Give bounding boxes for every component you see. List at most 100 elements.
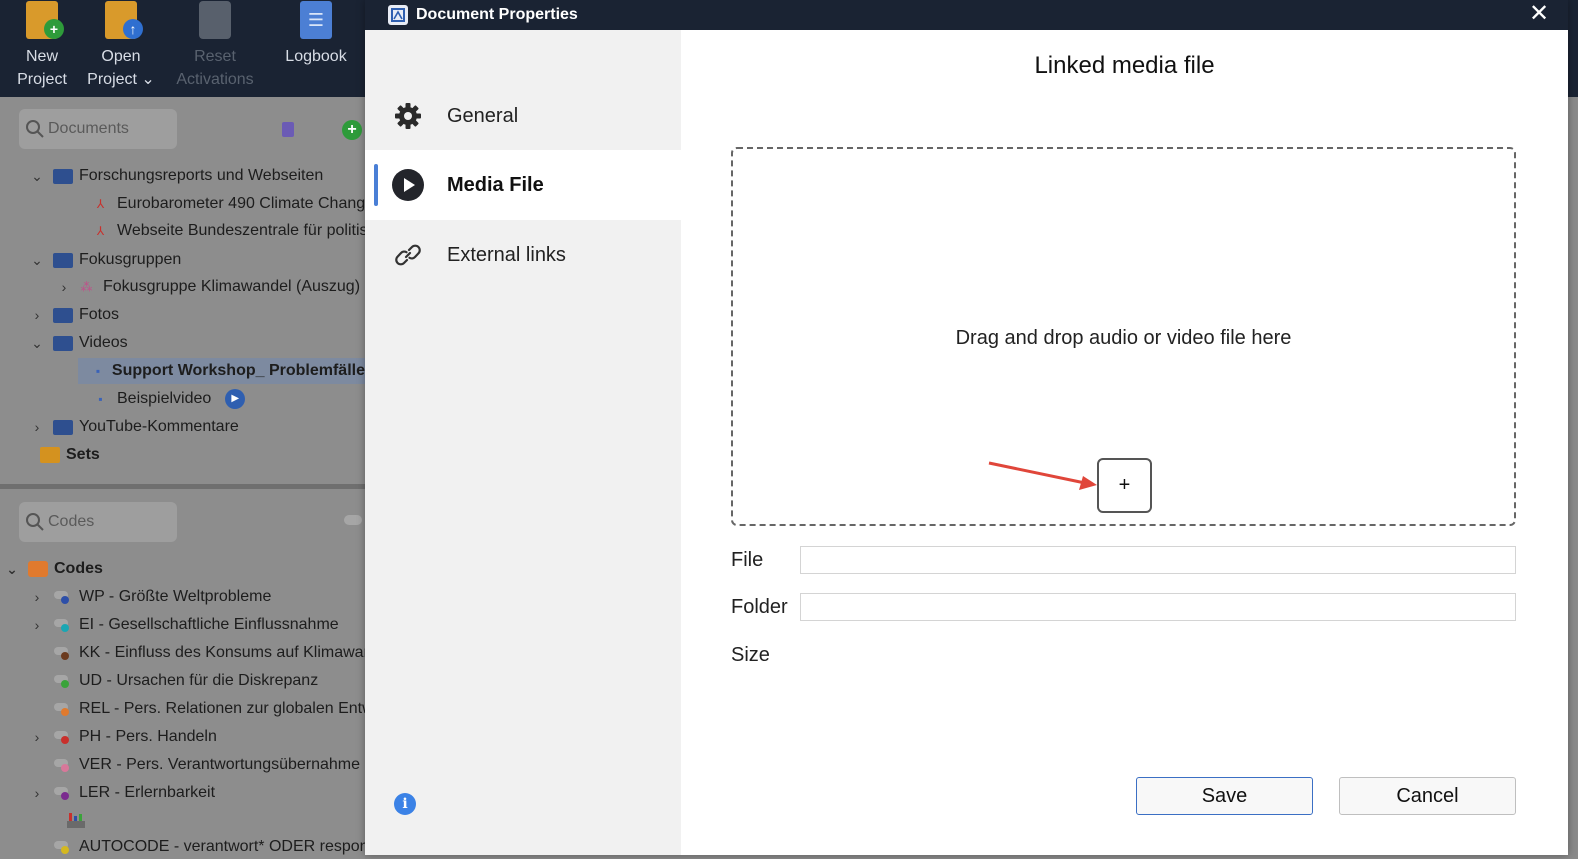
sets-icon [40, 447, 60, 463]
video-icon: ▪ [98, 391, 103, 406]
tree-sets[interactable]: Sets [40, 442, 100, 468]
play-media-icon[interactable]: ▶ [225, 389, 246, 409]
code-icon [53, 701, 73, 717]
codes-search-placeholder: Codes [48, 513, 95, 530]
new-project-label: New Project [17, 48, 67, 88]
video-icon: ▪ [95, 363, 101, 378]
chevron-right-icon[interactable]: › [27, 729, 47, 745]
file-label: File [731, 549, 764, 571]
new-document-icon[interactable] [282, 122, 294, 137]
nav-item-media-file-label: Media File [447, 173, 544, 196]
logbook-icon: ☰ [300, 1, 332, 39]
tree-folder-fotos[interactable]: › Fotos [27, 302, 119, 328]
folder-icon [53, 335, 73, 351]
search-icon [26, 513, 44, 531]
chevron-right-icon[interactable]: › [27, 617, 47, 633]
tree-folder-forschungsreports[interactable]: ⌄ Forschungsreports und Webseiten [27, 163, 323, 189]
media-file-panel: Linked media file Drag and drop audio or… [681, 30, 1568, 855]
app-logo-icon [388, 5, 408, 25]
nav-item-general[interactable]: General [365, 81, 681, 151]
folder-icon [53, 168, 73, 184]
documents-search[interactable]: Documents [19, 109, 177, 149]
dropzone-text: Drag and drop audio or video file here [955, 327, 1292, 349]
codes-search[interactable]: Codes [19, 502, 177, 542]
open-project-icon: ↑ [105, 1, 143, 39]
code-icon [53, 617, 73, 633]
reset-activations-button[interactable]: Reset Activations [172, 0, 258, 97]
chevron-right-icon[interactable]: › [54, 279, 74, 295]
reset-activations-icon [199, 1, 231, 39]
chevron-right-icon[interactable]: › [27, 307, 47, 323]
new-project-icon: + [26, 1, 64, 39]
code-icon [53, 645, 73, 661]
chevron-down-icon[interactable]: ⌄ [27, 252, 47, 269]
folder-icon [53, 252, 73, 268]
tree-document-beispielvideo[interactable]: ▪ Beispielvideo ▶ [94, 386, 246, 412]
pdf-icon: ⅄ [96, 223, 105, 238]
code-icon [53, 785, 73, 801]
panel-title: Linked media file [1034, 52, 1215, 79]
reset-activations-label: Reset Activations [176, 48, 254, 88]
documents-panel: Documents + ⌄ Forschungsreports und Webse… [0, 97, 451, 484]
code-kk[interactable]: KK - Einfluss des Konsums auf Klimawande… [53, 640, 394, 666]
chevron-right-icon[interactable]: › [27, 419, 47, 435]
dialog-nav: General Media File External links i [365, 30, 681, 855]
folder-field[interactable] [800, 593, 1516, 621]
code-icon [53, 729, 73, 745]
code-ud[interactable]: UD - Ursachen für die Diskrepanz [53, 668, 318, 694]
code-ph[interactable]: › PH - Pers. Handeln [27, 724, 217, 750]
code-ei[interactable]: › EI - Gesellschaftliche Einflussnahme [27, 612, 339, 638]
logbook-button[interactable]: ☰ Logbook [280, 0, 352, 97]
tree-folder-fokusgruppen[interactable]: ⌄ Fokusgruppen [27, 247, 181, 273]
tree-folder-videos[interactable]: ⌄ Videos [27, 330, 128, 356]
info-icon[interactable]: i [394, 793, 416, 815]
code-set-icon [66, 811, 86, 829]
nav-item-general-label: General [447, 104, 519, 127]
chevron-down-icon[interactable]: ⌄ [27, 168, 47, 185]
chevron-right-icon[interactable]: › [27, 785, 47, 801]
link-icon [392, 239, 424, 271]
open-project-button[interactable]: ↑ Open Project ⌄ [84, 0, 158, 97]
close-icon[interactable]: ✕ [1524, 0, 1554, 30]
pdf-icon: ⅄ [96, 196, 105, 211]
codes-panel: Codes ⌄ Codes › WP - Größte Weltprobleme ›… [0, 489, 423, 859]
search-icon [26, 120, 44, 138]
folder-icon [53, 307, 73, 323]
size-label: Size [731, 644, 770, 666]
chevron-down-icon[interactable]: ⌄ [27, 335, 47, 352]
add-code-icon[interactable] [344, 515, 362, 525]
code-ver[interactable]: VER - Pers. Verantwortungsübernahme [53, 752, 360, 778]
add-media-file-button[interactable]: + [1097, 458, 1152, 513]
code-ler[interactable]: › LER - Erlernbarkeit [27, 780, 215, 806]
dialog-title: Document Properties [416, 6, 578, 23]
tree-codes-root[interactable]: ⌄ Codes [2, 556, 103, 582]
focus-group-icon: ⁂ [80, 279, 93, 294]
tree-document-support-workshop[interactable]: ▪ Support Workshop_ Problemfälle [78, 358, 365, 384]
chevron-right-icon[interactable]: › [27, 589, 47, 605]
chevron-down-icon[interactable]: ⌄ [2, 561, 22, 578]
add-document-icon[interactable]: + [342, 120, 362, 140]
file-field[interactable] [800, 546, 1516, 574]
code-wp[interactable]: › WP - Größte Weltprobleme [27, 584, 272, 610]
media-dropzone[interactable]: Drag and drop audio or video file here + [731, 147, 1516, 526]
nav-item-media-file[interactable]: Media File [365, 150, 681, 220]
active-indicator [374, 164, 378, 206]
code-autocode[interactable]: AUTOCODE - verantwort* ODER responsib* [53, 834, 395, 859]
cancel-button[interactable]: Cancel [1339, 777, 1516, 815]
play-icon [392, 169, 424, 201]
tree-folder-youtube[interactable]: › YouTube-Kommentare [27, 414, 239, 440]
open-project-label: Open Project ⌄ [87, 48, 155, 88]
gear-icon [392, 100, 424, 132]
nav-item-external-links[interactable]: External links [365, 220, 681, 290]
tree-document-eurobarometer[interactable]: ⅄ Eurobarometer 490 Climate Change [94, 191, 374, 217]
logbook-label: Logbook [285, 48, 347, 65]
code-icon [53, 589, 73, 605]
dialog-titlebar: Document Properties ✕ [365, 0, 1568, 30]
new-project-button[interactable]: + New Project [10, 0, 74, 97]
nav-item-external-links-label: External links [447, 243, 566, 266]
save-button[interactable]: Save [1136, 777, 1313, 815]
codes-icon [28, 561, 48, 577]
code-icon [53, 839, 73, 855]
folder-label: Folder [731, 596, 788, 618]
tree-document-fokusgruppe[interactable]: › ⁂ Fokusgruppe Klimawandel (Auszug) [54, 274, 360, 300]
